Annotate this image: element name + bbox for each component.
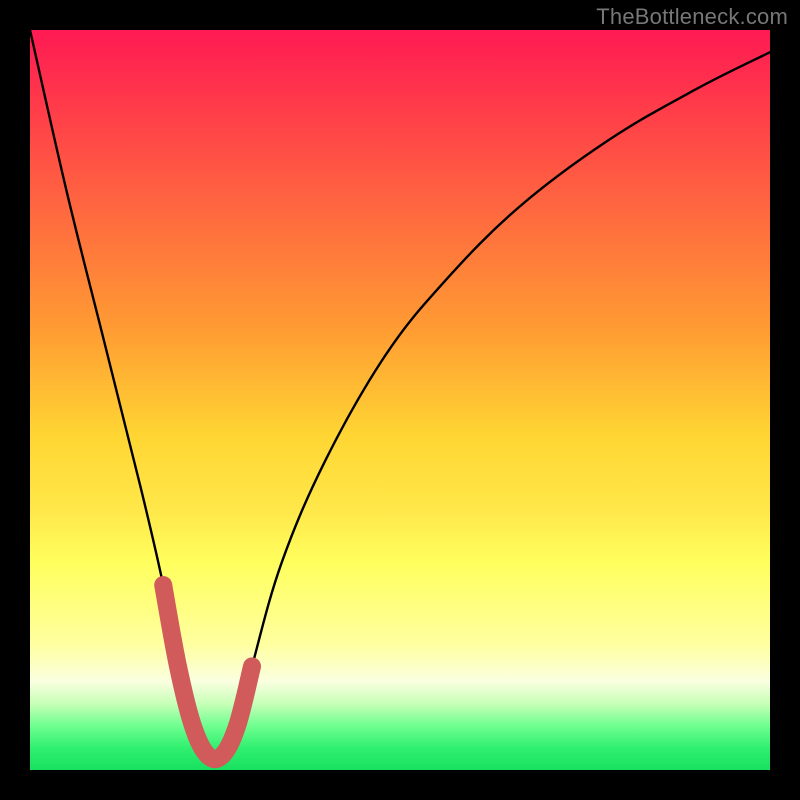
plot-area	[30, 30, 770, 770]
bottleneck-curve	[30, 30, 770, 759]
chart-container: TheBottleneck.com	[0, 0, 800, 800]
watermark-text: TheBottleneck.com	[596, 4, 788, 30]
curve-group	[30, 30, 770, 759]
highlight-region	[163, 585, 252, 759]
curve-svg	[30, 30, 770, 770]
